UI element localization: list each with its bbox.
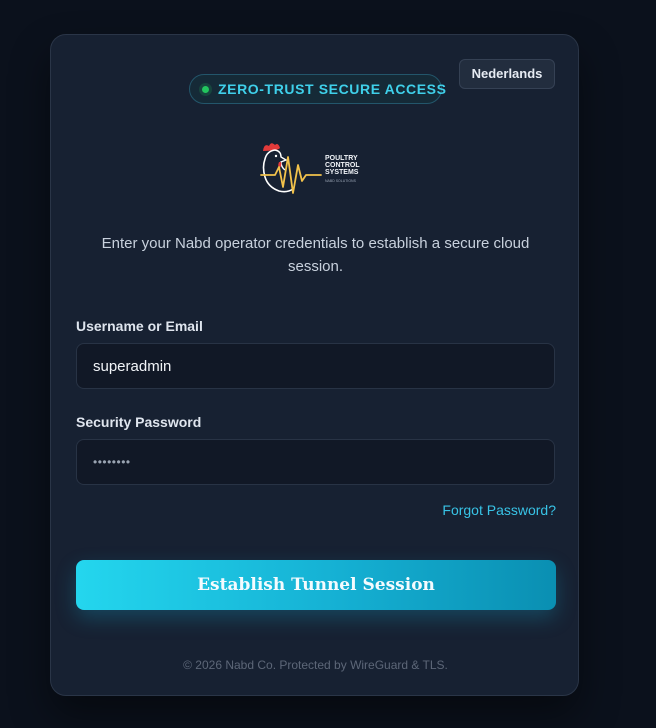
intro-text: Enter your Nabd operator credentials to … <box>101 235 530 275</box>
password-input[interactable]: •••••••• <box>76 439 555 485</box>
username-input[interactable]: superadmin <box>76 343 555 389</box>
password-value: •••••••• <box>93 455 131 469</box>
forgot-password-link[interactable]: Forgot Password? <box>411 502 556 518</box>
logo-tagline: NABD SOLUTIONS <box>325 179 356 183</box>
password-label: Security Password <box>76 414 202 430</box>
username-value: superadmin <box>93 357 172 375</box>
rooster-heartbeat-icon <box>260 143 322 194</box>
username-label: Username or Email <box>76 318 203 334</box>
badge-label: ZERO-TRUST SECURE ACCESS <box>218 81 447 97</box>
login-card: Nederlands ZERO-TRUST SECURE ACCESS POUL… <box>50 34 579 696</box>
logo-wordmark: POULTRY CONTROL SYSTEMS <box>325 155 360 176</box>
status-dot-icon <box>202 85 209 93</box>
secure-access-badge: ZERO-TRUST SECURE ACCESS <box>189 74 446 104</box>
establish-session-button[interactable]: Establish Tunnel Session <box>76 560 556 610</box>
company-logo: POULTRY CONTROL SYSTEMS NABD SOLUTIONS <box>257 137 373 199</box>
footer-copyright: © 2026 Nabd Co. Protected by WireGuard &… <box>183 658 448 672</box>
language-toggle-button[interactable]: Nederlands <box>459 59 555 89</box>
